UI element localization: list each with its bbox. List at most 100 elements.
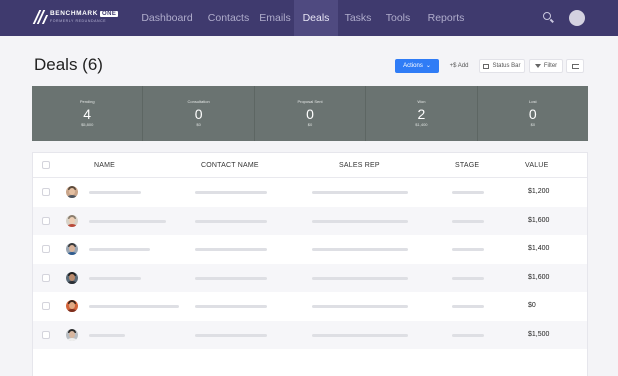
stage-label: Proposal Sent	[297, 99, 323, 104]
export-icon	[571, 63, 579, 69]
filter-icon	[534, 64, 541, 68]
stage-count: 0	[194, 106, 203, 122]
name-placeholder	[89, 276, 141, 280]
contact-avatar	[66, 328, 78, 341]
sales-rep-placeholder	[312, 305, 408, 308]
contact-placeholder	[195, 191, 267, 194]
table-row[interactable]: $1,600	[33, 206, 587, 235]
header-contact-name[interactable]: CONTACT NAME	[201, 162, 259, 169]
brand-logo[interactable]: BENCHMARK ONE FORMERLY REDUNDANCE	[32, 10, 119, 24]
nav-tools[interactable]: Tools	[378, 0, 418, 36]
deal-value: $1,500	[528, 330, 550, 338]
deal-value: $1,400	[528, 245, 550, 252]
stage-label: Pending	[79, 99, 95, 104]
nav-contacts[interactable]: Contacts	[200, 0, 257, 36]
page-title: Deals (6)	[34, 55, 103, 74]
stage-placeholder	[452, 276, 484, 280]
header-value[interactable]: VALUE	[525, 162, 548, 169]
row-checkbox[interactable]	[42, 188, 50, 196]
status-bar-label: Status Bar	[492, 63, 521, 69]
table-row[interactable]: $1,400	[33, 235, 587, 264]
header-stage[interactable]: STAGE	[455, 162, 479, 169]
deal-value: $0	[528, 302, 536, 309]
stage-placeholder	[452, 333, 484, 337]
row-checkbox[interactable]	[42, 216, 50, 225]
brand-name: BENCHMARK	[50, 10, 99, 17]
name-placeholder	[89, 248, 150, 251]
stage-label: Won	[417, 99, 426, 104]
stage-count: 0	[306, 106, 314, 122]
row-checkbox[interactable]	[42, 273, 50, 282]
nav-dashboard[interactable]: Dashboard	[134, 0, 200, 36]
contact-placeholder	[195, 248, 267, 251]
stage-amount: $5,800	[81, 122, 94, 127]
nav-deals[interactable]: Deals	[294, 0, 338, 36]
stage-pending[interactable]: Pending 4 $5,800	[32, 86, 144, 141]
nav-emails[interactable]: Emails	[257, 0, 293, 36]
sales-rep-placeholder	[312, 248, 408, 251]
row-checkbox[interactable]	[42, 330, 50, 339]
deal-value: $1,600	[528, 216, 550, 224]
sales-rep-placeholder	[312, 333, 408, 337]
stage-placeholder	[452, 191, 484, 194]
user-avatar[interactable]	[569, 10, 585, 26]
filter-label: Filter	[543, 63, 558, 69]
header-sales-rep[interactable]: SALES REP	[339, 162, 380, 169]
pipeline-summary: Pending 4 $5,800 Consultation 0 $0 Propo…	[32, 86, 588, 141]
stage-amount: $0	[307, 122, 313, 127]
row-checkbox[interactable]	[42, 302, 50, 310]
contact-avatar	[66, 186, 78, 198]
table-header: NAME CONTACT NAME SALES REP STAGE VALUE	[33, 153, 587, 178]
deals-table: NAME CONTACT NAME SALES REP STAGE VALUE …	[32, 152, 588, 376]
stage-label: Lost	[529, 99, 537, 104]
name-placeholder	[89, 191, 141, 194]
stage-count: 0	[528, 106, 537, 122]
contact-avatar	[66, 243, 78, 255]
stage-consultation[interactable]: Consultation 0 $0	[143, 86, 255, 141]
table-row[interactable]: $1,200	[33, 178, 587, 207]
stage-placeholder	[452, 248, 484, 251]
name-placeholder	[89, 219, 166, 223]
stage-amount: $0	[530, 122, 536, 127]
chevron-down-icon: ⌄	[425, 63, 431, 69]
deal-value: $1,200	[528, 188, 550, 195]
stage-placeholder	[452, 305, 484, 308]
contact-placeholder	[195, 276, 267, 280]
contact-placeholder	[195, 219, 267, 223]
brand-tagline: FORMERLY REDUNDANCE	[50, 18, 107, 23]
contact-placeholder	[195, 333, 267, 337]
stage-won[interactable]: Won 2 $1,400	[366, 86, 478, 141]
contact-placeholder	[195, 305, 267, 308]
deal-value: $1,600	[528, 273, 550, 281]
stage-amount: $0	[196, 122, 201, 127]
contact-avatar	[66, 271, 78, 284]
add-deal-button[interactable]: +$ Add	[442, 59, 476, 73]
contact-avatar	[66, 300, 78, 312]
contact-avatar	[66, 214, 78, 227]
table-row[interactable]: $1,500	[33, 320, 587, 349]
table-row[interactable]: $0	[33, 292, 587, 321]
sales-rep-placeholder	[312, 219, 408, 223]
search-icon[interactable]	[542, 11, 556, 25]
actions-button[interactable]: Actions ⌄	[395, 59, 439, 73]
nav-reports[interactable]: Reports	[422, 0, 470, 36]
row-checkbox[interactable]	[42, 245, 50, 253]
stage-count: 2	[417, 106, 426, 122]
stage-lost[interactable]: Lost 0 $0	[478, 86, 588, 141]
logo-mark-icon	[32, 10, 49, 24]
stage-placeholder	[452, 219, 484, 223]
stage-amount: $1,400	[415, 122, 428, 127]
nav-tasks[interactable]: Tasks	[338, 0, 378, 36]
select-all-checkbox[interactable]	[42, 161, 50, 169]
header-name[interactable]: NAME	[94, 162, 115, 169]
sales-rep-placeholder	[312, 276, 408, 280]
stage-label: Consultation	[187, 99, 210, 104]
name-placeholder	[89, 305, 179, 308]
add-label: +$ Add	[449, 63, 469, 69]
top-nav: BENCHMARK ONE FORMERLY REDUNDANCE Dashbo…	[0, 0, 618, 36]
table-row[interactable]: $1,600	[33, 263, 587, 292]
stage-proposal-sent[interactable]: Proposal Sent 0 $0	[255, 86, 367, 141]
export-button[interactable]	[566, 59, 584, 73]
status-bar-button[interactable]: Status Bar	[479, 59, 525, 73]
filter-button[interactable]: Filter	[529, 59, 563, 73]
